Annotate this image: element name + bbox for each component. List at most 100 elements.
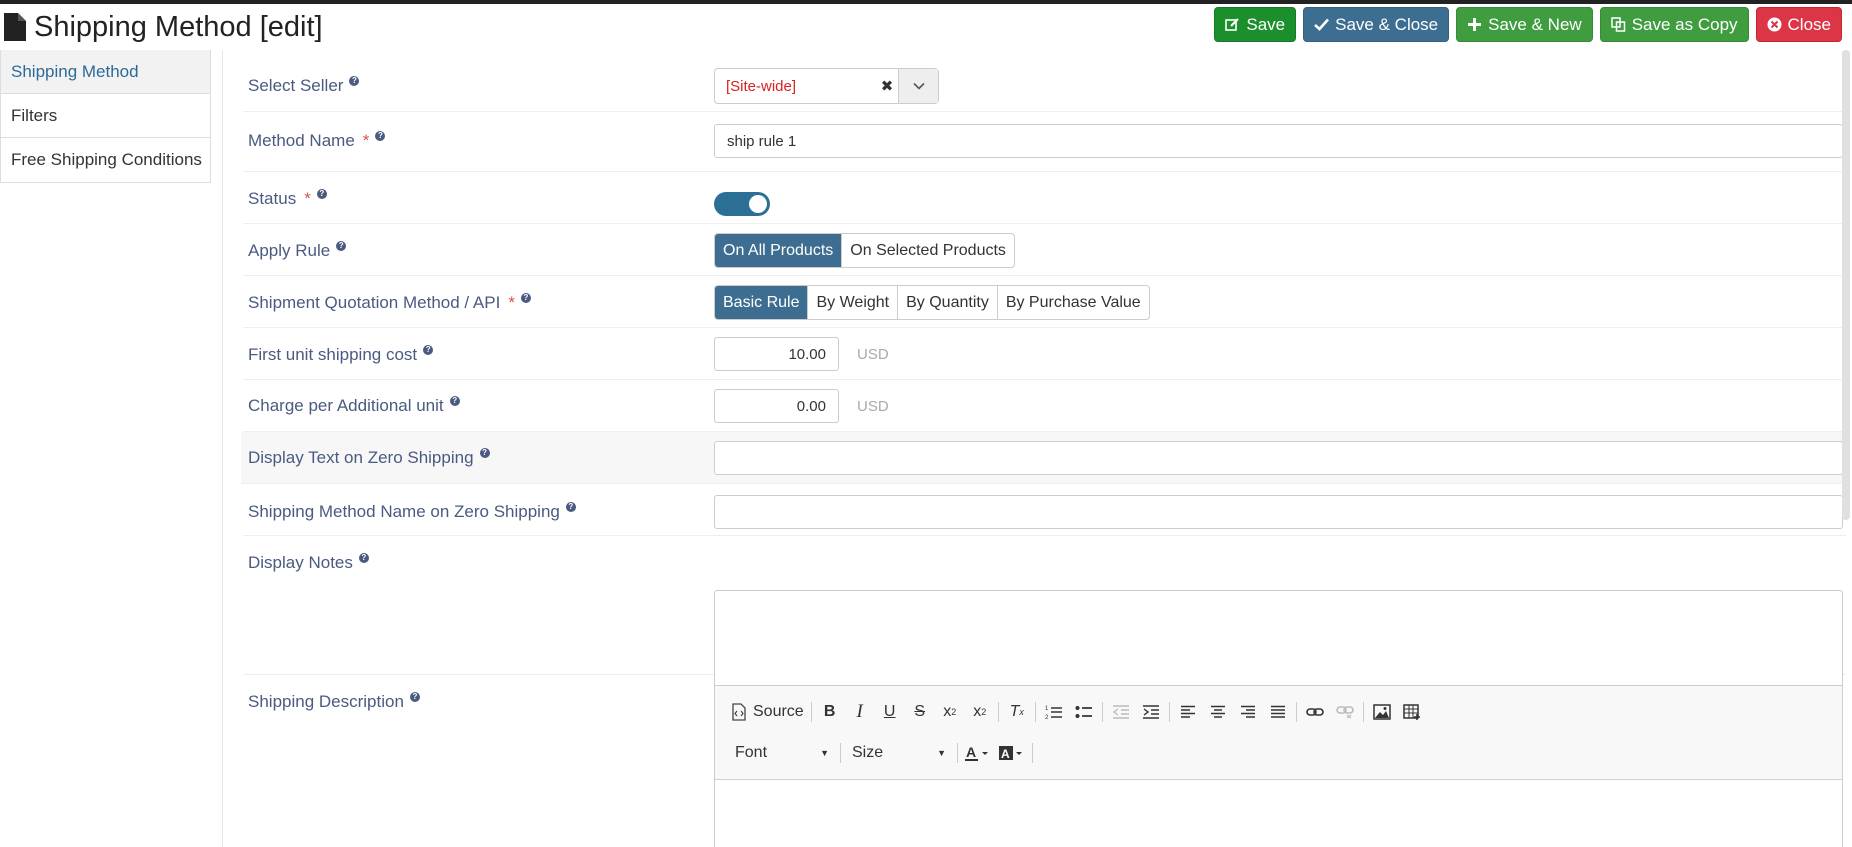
quotation-by-weight[interactable]: By Weight [807, 286, 897, 319]
font-dropdown[interactable]: Font ▼ [727, 739, 837, 767]
align-center-icon[interactable] [1203, 698, 1233, 726]
status-label: Status * ? [248, 182, 327, 216]
help-icon[interactable]: ? [565, 502, 576, 512]
required-marker: * [508, 293, 515, 312]
quotation-by-purchase-value[interactable]: By Purchase Value [996, 286, 1149, 319]
outdent-icon[interactable] [1106, 698, 1136, 726]
scrollbar[interactable] [1842, 50, 1850, 520]
help-icon[interactable]: ? [423, 345, 434, 355]
remove-format-icon[interactable]: Tx [1002, 698, 1032, 726]
quotation-label: Shipment Quotation Method / API * ? [248, 286, 531, 320]
zero-name-input[interactable] [714, 495, 1843, 529]
save-button[interactable]: Save [1214, 7, 1297, 42]
sidebar-item-free-shipping-conditions[interactable]: Free Shipping Conditions [1, 138, 210, 182]
first-unit-label-text: First unit shipping cost [248, 345, 418, 364]
help-icon[interactable]: ? [336, 241, 347, 251]
italic-icon[interactable]: I [845, 698, 875, 726]
source-icon [732, 703, 746, 721]
background-color-icon[interactable]: A [995, 739, 1029, 767]
sidebar-item-shipping-method[interactable]: Shipping Method [1, 50, 210, 94]
required-marker: * [304, 189, 311, 208]
editor-content-area[interactable] [715, 780, 1842, 847]
svg-text:A: A [1001, 747, 1010, 761]
align-justify-icon[interactable] [1263, 698, 1293, 726]
method-name-label-text: Method Name [248, 131, 355, 150]
sidebar-item-filters[interactable]: Filters [1, 94, 210, 138]
quotation-label-text: Shipment Quotation Method / API [248, 293, 501, 312]
toolbar-separator [1362, 702, 1364, 722]
toolbar-separator [1295, 702, 1297, 722]
help-icon[interactable]: ? [409, 692, 420, 702]
description-label: Shipping Description ? [248, 685, 420, 719]
save-copy-button-label: Save as Copy [1631, 14, 1738, 34]
help-icon[interactable]: ? [375, 131, 386, 141]
align-left-icon[interactable] [1173, 698, 1203, 726]
seller-select-value: [Site-wide] [726, 77, 797, 95]
notes-label: Display Notes ? [248, 546, 369, 580]
first-unit-row: First unit shipping cost ? 10.00 USD [243, 328, 1846, 380]
first-unit-input[interactable]: 10.00 [714, 337, 839, 371]
apply-rule-all-products[interactable]: On All Products [715, 234, 842, 267]
svg-text:2: 2 [1045, 715, 1049, 720]
save-new-button[interactable]: Save & New [1456, 7, 1593, 42]
chevron-down-icon[interactable] [898, 69, 938, 103]
help-icon[interactable]: ? [358, 553, 369, 563]
notes-row: Display Notes ? [243, 536, 1846, 712]
zero-name-label-text: Shipping Method Name on Zero Shipping [248, 502, 560, 521]
indent-icon[interactable] [1136, 698, 1166, 726]
first-unit-label: First unit shipping cost ? [248, 338, 434, 372]
save-copy-button[interactable]: Save as Copy [1599, 7, 1749, 42]
help-icon[interactable]: ? [449, 396, 460, 406]
clear-icon[interactable]: ✖ [876, 69, 898, 103]
quotation-by-quantity[interactable]: By Quantity [897, 286, 997, 319]
copy-icon [1610, 17, 1626, 32]
method-name-input[interactable]: ship rule 1 [714, 124, 1843, 158]
sidebar-nav: Shipping Method Filters Free Shipping Co… [0, 50, 211, 183]
seller-label: Select Seller ? [248, 68, 360, 104]
source-button[interactable]: Source [727, 698, 808, 726]
unlink-icon[interactable] [1330, 698, 1360, 726]
save-close-button[interactable]: Save & Close [1303, 7, 1450, 42]
help-icon[interactable]: ? [349, 76, 360, 86]
caret-down-icon: ▼ [937, 748, 946, 758]
close-button[interactable]: Close [1755, 7, 1842, 42]
method-name-label: Method Name * ? [248, 124, 386, 158]
align-right-icon[interactable] [1233, 698, 1263, 726]
editor-toolbar-row-2: Font ▼ Size ▼ A A [727, 737, 1036, 769]
zero-text-input[interactable] [714, 441, 1843, 475]
text-color-icon[interactable]: A [961, 739, 995, 767]
sidebar-item-label: Free Shipping Conditions [11, 150, 202, 169]
first-unit-value: 10.00 [788, 345, 826, 363]
link-icon[interactable] [1300, 698, 1330, 726]
additional-unit-label: Charge per Additional unit ? [248, 389, 460, 423]
quotation-basic-rule[interactable]: Basic Rule [715, 286, 808, 319]
table-icon[interactable] [1397, 698, 1427, 726]
bullet-list-icon[interactable] [1069, 698, 1099, 726]
status-toggle[interactable] [714, 192, 770, 216]
svg-text:A: A [966, 745, 976, 760]
help-icon[interactable]: ? [479, 448, 490, 458]
additional-unit-input[interactable]: 0.00 [714, 389, 839, 423]
zero-name-label: Shipping Method Name on Zero Shipping ? [248, 495, 576, 529]
size-dropdown-label: Size [852, 744, 884, 761]
image-icon[interactable] [1367, 698, 1397, 726]
strikethrough-icon[interactable]: S [905, 698, 935, 726]
caret-down-icon: ▼ [820, 748, 829, 758]
edit-icon [1225, 17, 1240, 32]
numbered-list-icon[interactable]: 12 [1039, 698, 1069, 726]
help-icon[interactable]: ? [520, 293, 531, 303]
additional-unit-value: 0.00 [796, 397, 826, 415]
apply-rule-selected-products[interactable]: On Selected Products [841, 234, 1014, 267]
plus-icon [1467, 17, 1482, 32]
subscript-icon[interactable]: x2 [935, 698, 965, 726]
save-close-button-label: Save & Close [1335, 14, 1439, 34]
size-dropdown[interactable]: Size ▼ [844, 739, 954, 767]
bold-icon[interactable]: B [815, 698, 845, 726]
help-icon[interactable]: ? [316, 189, 327, 199]
seller-select[interactable]: [Site-wide] ✖ [714, 68, 939, 104]
superscript-icon[interactable]: x2 [965, 698, 995, 726]
close-circle-icon [1767, 17, 1782, 32]
toolbar-separator [1034, 702, 1036, 722]
editor-toolbar: Source B I U S x2 x2 Tx 12 Font ▼ Size ▼… [715, 686, 1842, 780]
underline-icon[interactable]: U [875, 698, 905, 726]
